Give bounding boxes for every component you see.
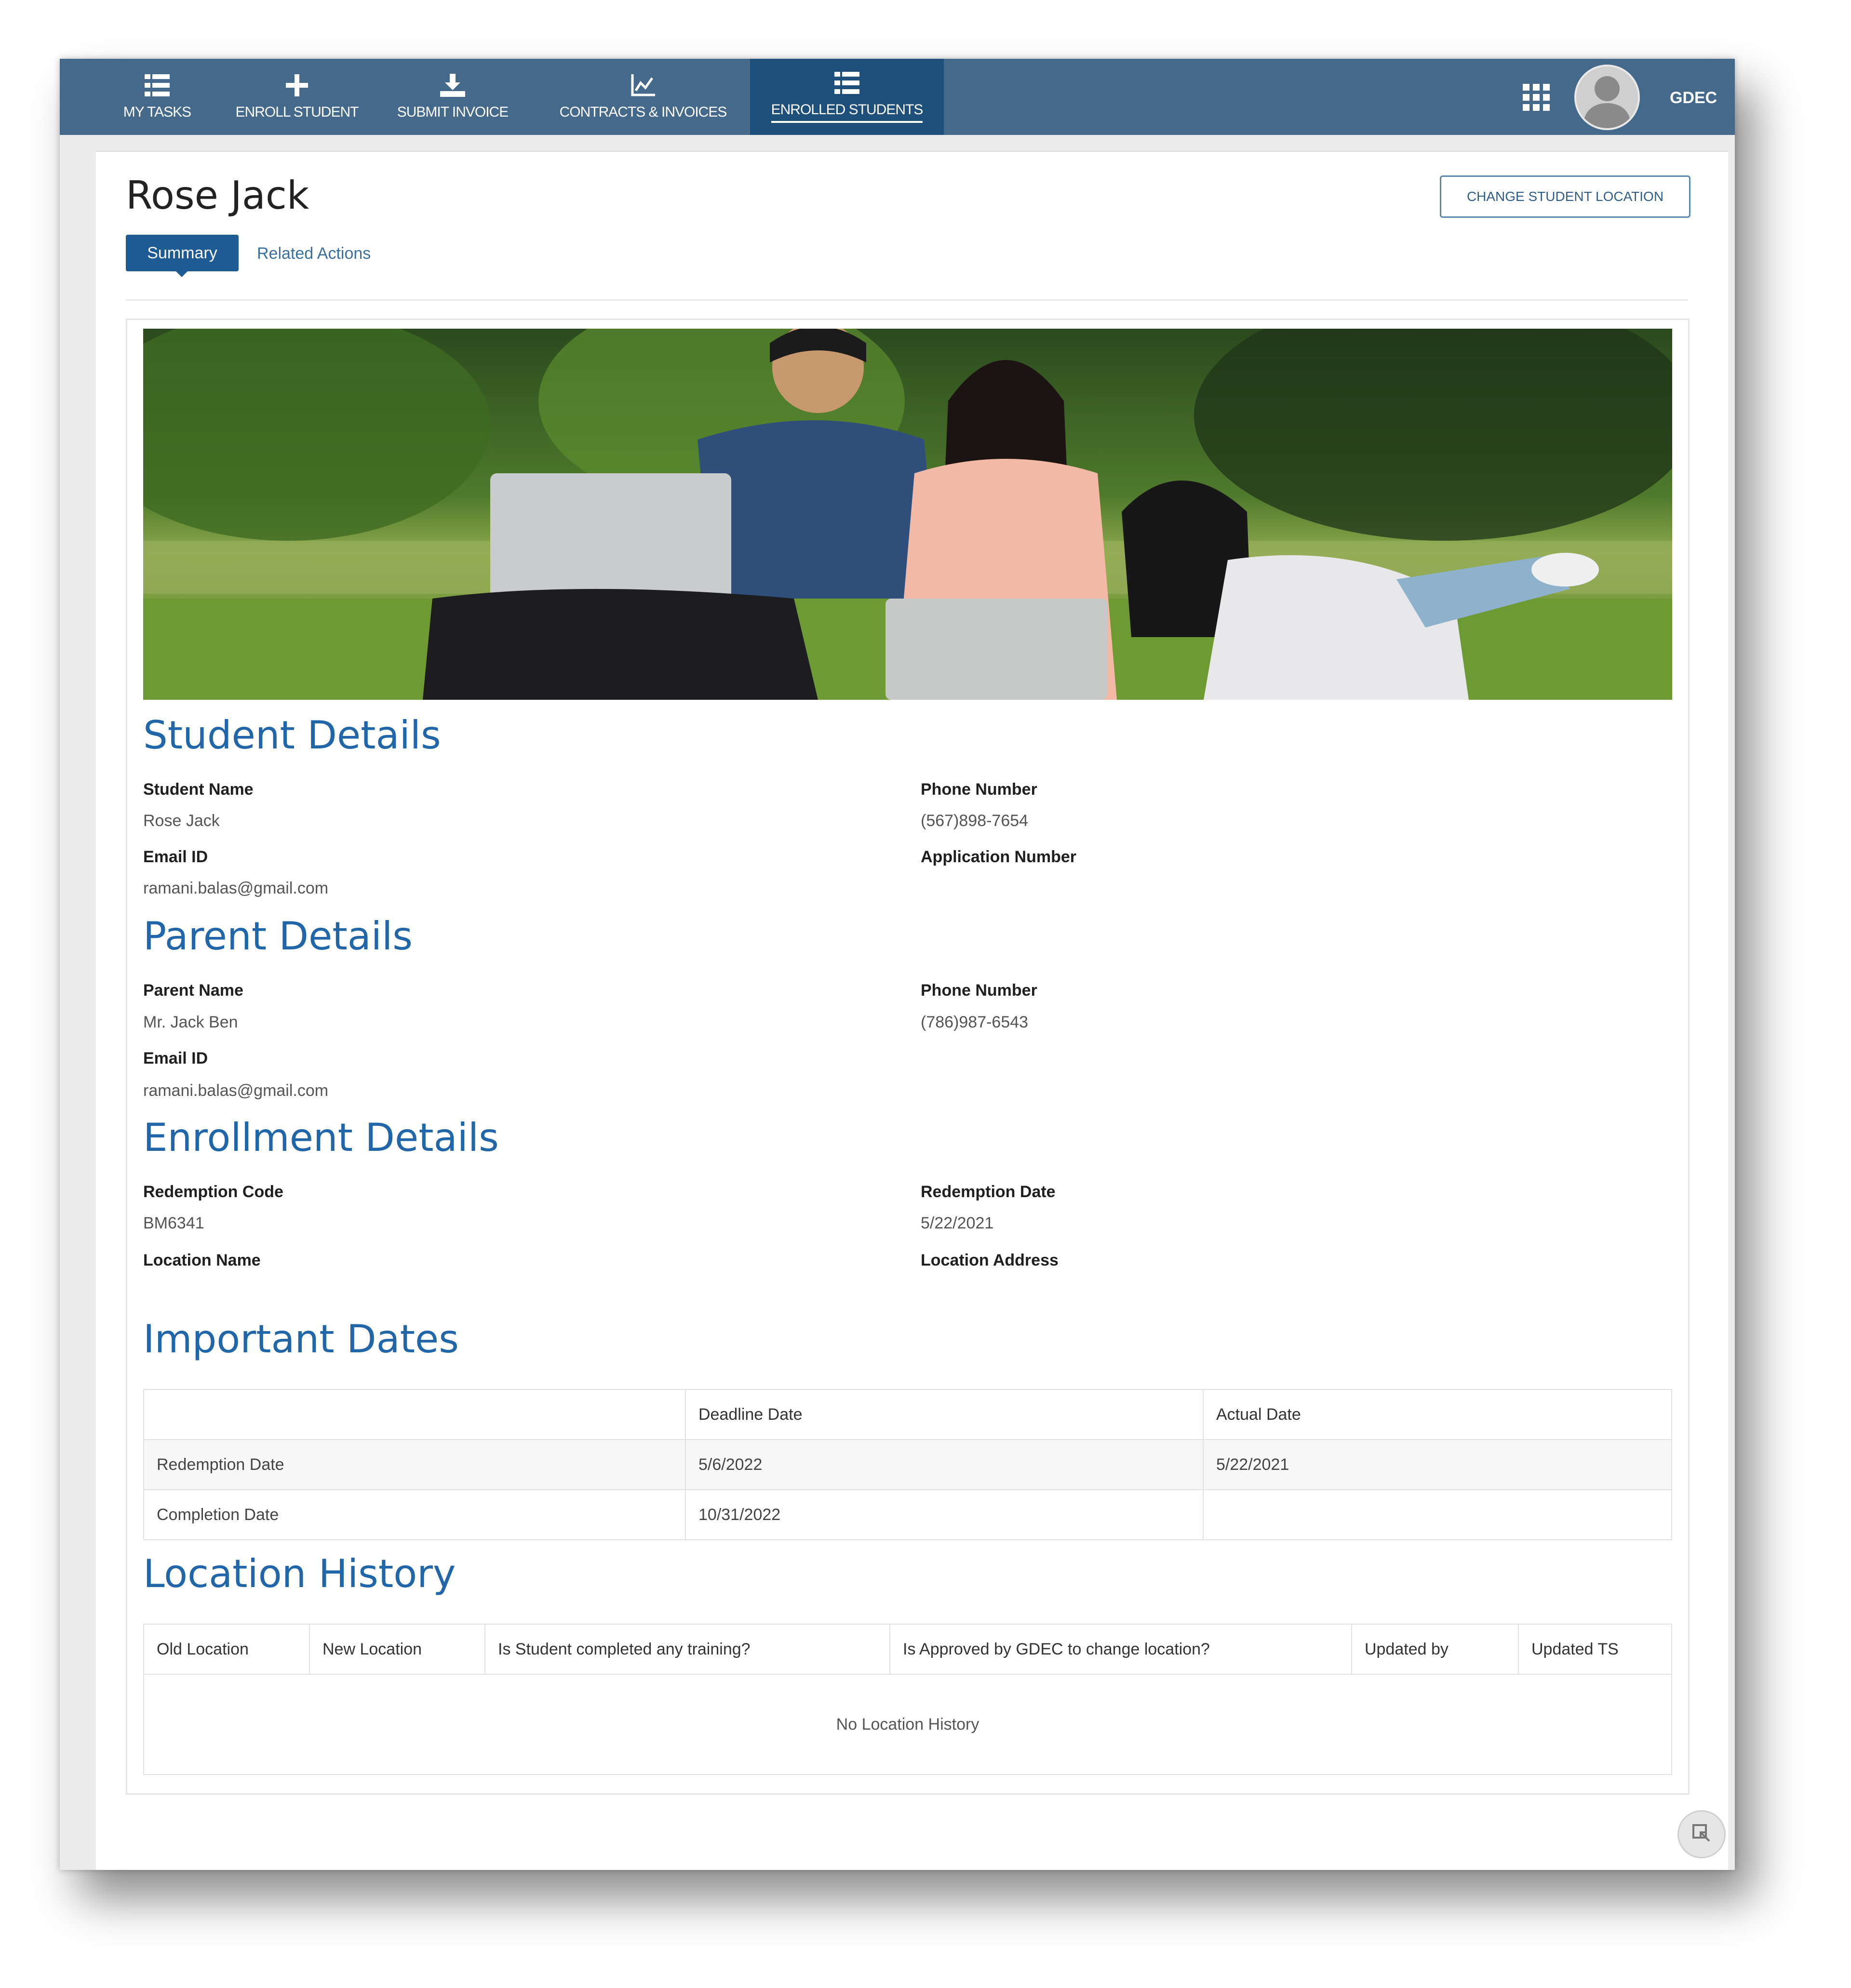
upload-icon: [439, 73, 467, 97]
avatar-icon[interactable]: [1574, 65, 1640, 130]
location-address-label: Location Address: [921, 1251, 1059, 1269]
location-history-table: Old Location New Location Is Student com…: [143, 1624, 1672, 1775]
column-header: Is Student completed any training?: [484, 1624, 890, 1675]
parent-name-label: Parent Name: [143, 981, 243, 1000]
table-cell: 10/31/2022: [685, 1489, 1204, 1540]
location-name-label: Location Name: [143, 1251, 261, 1269]
browser-window: MY TASKS ENROLL STUDENT SUBMIT INVOICE C…: [60, 59, 1735, 1870]
table-header-row: Deadline Date Actual Date: [143, 1389, 1672, 1440]
empty-message: No Location History: [143, 1674, 1672, 1775]
redemption-code-value: BM6341: [143, 1214, 204, 1232]
column-header: Actual Date: [1203, 1389, 1672, 1440]
nav-label: MY TASKS: [123, 104, 191, 120]
top-navigation: MY TASKS ENROLL STUDENT SUBMIT INVOICE C…: [60, 59, 1735, 135]
table-cell: 5/6/2022: [685, 1439, 1204, 1490]
parent-details-heading: Parent Details: [143, 914, 413, 959]
parent-name-value: Mr. Jack Ben: [143, 1013, 238, 1031]
student-email-value: ramani.balas@gmail.com: [143, 879, 329, 897]
nav-contracts-invoices[interactable]: CONTRACTS & INVOICES: [547, 59, 739, 135]
column-header: [143, 1389, 686, 1440]
nav-label: SUBMIT INVOICE: [397, 104, 509, 120]
student-name-label: Student Name: [143, 780, 254, 799]
student-email-label: Email ID: [143, 848, 208, 866]
parent-phone-value: (786)987-6543: [921, 1013, 1029, 1031]
grid-icon[interactable]: [1523, 84, 1550, 111]
cursor-icon: [1692, 1824, 1711, 1845]
list-icon: [143, 73, 171, 97]
scroll-to-top-button[interactable]: [1677, 1810, 1726, 1858]
tab-summary[interactable]: Summary: [126, 235, 239, 277]
table-row: Completion Date 10/31/2022: [143, 1489, 1672, 1540]
parent-phone-label: Phone Number: [921, 981, 1037, 1000]
banner-image: [143, 329, 1672, 700]
student-details-heading: Student Details: [143, 713, 441, 758]
table-cell: [1203, 1489, 1672, 1540]
parent-email-label: Email ID: [143, 1049, 208, 1067]
location-history-heading: Location History: [143, 1551, 456, 1596]
table-row: No Location History: [143, 1674, 1672, 1775]
nav-label: ENROLLED STUDENTS: [771, 102, 923, 123]
nav-label: CONTRACTS & INVOICES: [559, 104, 727, 120]
important-dates-heading: Important Dates: [143, 1317, 459, 1361]
column-header: Updated TS: [1518, 1624, 1672, 1675]
redemption-date-label: Redemption Date: [921, 1183, 1056, 1201]
student-name-value: Rose Jack: [143, 812, 220, 830]
column-header: Old Location: [143, 1624, 310, 1675]
redemption-code-label: Redemption Code: [143, 1183, 283, 1201]
column-header: Deadline Date: [685, 1389, 1204, 1440]
divider: [126, 299, 1688, 301]
chart-icon: [629, 73, 657, 97]
student-phone-label: Phone Number: [921, 780, 1037, 799]
nav-label: ENROLL STUDENT: [235, 104, 359, 120]
change-student-location-button[interactable]: CHANGE STUDENT LOCATION: [1440, 175, 1690, 218]
important-dates-table: Deadline Date Actual Date Redemption Dat…: [143, 1389, 1672, 1540]
nav-enrolled-students[interactable]: ENROLLED STUDENTS: [750, 59, 944, 135]
table-cell: Completion Date: [143, 1489, 686, 1540]
nav-enroll-student[interactable]: ENROLL STUDENT: [225, 59, 369, 135]
table-header-row: Old Location New Location Is Student com…: [143, 1624, 1672, 1675]
plus-icon: [283, 73, 311, 97]
content-panel: Rose Jack CHANGE STUDENT LOCATION Summar…: [96, 151, 1728, 1870]
column-header: New Location: [309, 1624, 485, 1675]
table-cell: 5/22/2021: [1203, 1439, 1672, 1490]
redemption-date-value: 5/22/2021: [921, 1214, 994, 1232]
page-title: Rose Jack: [126, 173, 309, 218]
application-number-label: Application Number: [921, 848, 1077, 866]
column-header: Is Approved by GDEC to change location?: [889, 1624, 1352, 1675]
student-phone-value: (567)898-7654: [921, 812, 1029, 830]
enrollment-details-heading: Enrollment Details: [143, 1115, 499, 1160]
tab-related-actions[interactable]: Related Actions: [257, 244, 371, 263]
user-name[interactable]: GDEC: [1670, 89, 1717, 107]
nav-submit-invoice[interactable]: SUBMIT INVOICE: [388, 59, 518, 135]
table-row: Redemption Date 5/6/2022 5/22/2021: [143, 1439, 1672, 1490]
summary-card: Student Details Student Name Rose Jack P…: [126, 319, 1690, 1795]
table-cell: Redemption Date: [143, 1439, 686, 1490]
nav-my-tasks[interactable]: MY TASKS: [104, 59, 210, 135]
parent-email-value: ramani.balas@gmail.com: [143, 1081, 329, 1100]
list-icon: [833, 71, 861, 95]
column-header: Updated by: [1351, 1624, 1519, 1675]
